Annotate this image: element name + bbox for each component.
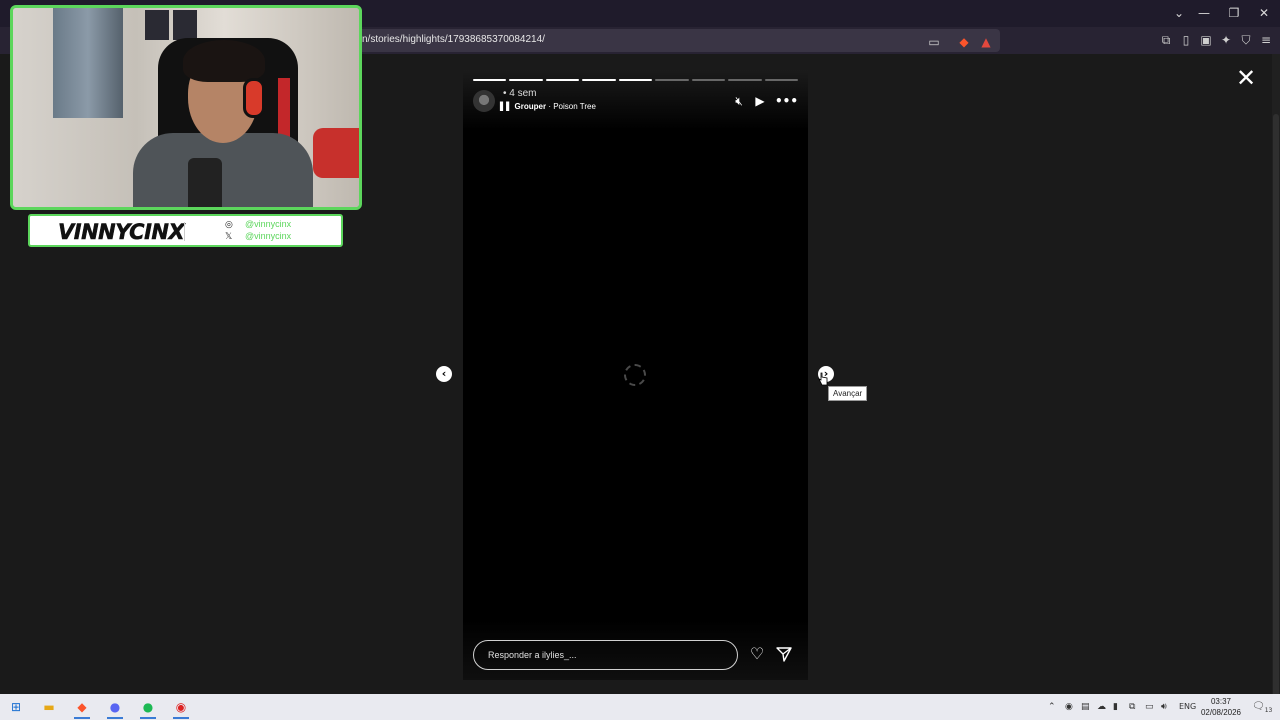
restore-button[interactable]: ❐: [1222, 4, 1246, 22]
streamer-name: VINNYCINX: [58, 220, 185, 245]
hand-cursor-icon: [818, 372, 828, 386]
webcam-curtain: [53, 8, 123, 118]
mute-icon[interactable]: 🔇︎: [731, 94, 747, 108]
music-bars-icon: ▌▌: [500, 102, 513, 111]
vpn-shield-icon[interactable]: ⛉: [1238, 32, 1254, 48]
tray-time: 03:37: [1210, 697, 1232, 706]
tray-screen-icon[interactable]: ⧉: [1129, 700, 1135, 714]
tray-record-icon[interactable]: ◉: [1065, 700, 1073, 714]
cast-icon[interactable]: ▭: [926, 34, 942, 50]
story-progress-segment: [509, 79, 543, 81]
x-handle-row: 𝕏 @vinnycinx: [225, 231, 291, 242]
spotify-icon[interactable]: ●: [137, 697, 159, 719]
tray-date: 02/08/2026: [1200, 708, 1242, 717]
story-time: • 4 sem: [503, 88, 537, 99]
x-logo-icon: 𝕏: [225, 232, 233, 242]
screen: ⌄ — ❐ ✕ n/stories/highlights/17938685370…: [0, 0, 1280, 720]
webcam-overlay: [10, 5, 362, 210]
story-progress-segment: [728, 79, 762, 81]
namecard-divider: [184, 222, 185, 241]
music-artist: Grouper: [514, 102, 547, 111]
webcam-headphones: [243, 78, 265, 118]
tray-cloud-icon[interactable]: ☁: [1097, 700, 1106, 714]
webcam-person-body: [133, 133, 313, 207]
webcam-poster: [145, 10, 169, 40]
url-text[interactable]: n/stories/highlights/17938685370084214/: [362, 34, 545, 45]
wallet-icon[interactable]: ▣: [1198, 32, 1214, 48]
tray-clock[interactable]: 03:37 02/08/2026: [1200, 696, 1242, 718]
previous-story-button[interactable]: ‹: [436, 366, 452, 382]
brave-browser-icon[interactable]: ◆: [71, 697, 93, 719]
instagram-handle: @vinnycinx: [245, 219, 292, 229]
notification-center-icon[interactable]: 🗨︎13: [1252, 700, 1272, 718]
story-author-avatar[interactable]: [473, 90, 495, 112]
instagram-icon: ◎: [225, 220, 233, 230]
story-progress-segment: [618, 79, 653, 81]
tray-mic-icon[interactable]: ▮: [1113, 700, 1118, 714]
reply-placeholder[interactable]: Responder a ilylies_...: [488, 650, 577, 660]
windows-taskbar: ⊞ ▬ ◆ ● ● ◉ ⌃ ◉ ▤ ☁ ▮ ⧉ ▭ 🔊︎ ENG 03:37 0…: [0, 694, 1280, 720]
brave-shields-icon[interactable]: ◆: [956, 34, 972, 50]
story-music[interactable]: ▌▌ Grouper · Poison Tree: [500, 102, 596, 111]
sidebar-icon[interactable]: ▯: [1178, 32, 1194, 48]
music-track: Poison Tree: [553, 102, 596, 111]
close-window-button[interactable]: ✕: [1252, 4, 1276, 22]
close-story-button[interactable]: ✕: [1236, 66, 1256, 90]
play-icon[interactable]: ▶: [752, 94, 768, 108]
story-time-label: 4 sem: [509, 88, 537, 99]
story-progress-segment: [691, 79, 726, 81]
instagram-handle-row: ◎ @vinnycinx: [225, 219, 291, 230]
scrollbar[interactable]: [1272, 54, 1280, 720]
story-progress-segment: [655, 79, 689, 81]
tray-volume-icon[interactable]: 🔊︎: [1161, 700, 1167, 714]
next-tooltip: Avançar: [828, 386, 868, 401]
leo-ai-icon[interactable]: ✦: [1218, 32, 1234, 48]
tray-language[interactable]: ENG: [1179, 700, 1196, 714]
story-progress-segment: [473, 79, 507, 81]
like-heart-icon[interactable]: ♡: [748, 645, 766, 663]
tray-network-icon[interactable]: ▭: [1145, 700, 1154, 714]
story-viewer[interactable]: • 4 sem ▌▌ Grouper · Poison Tree 🔇︎ ▶ ••…: [463, 70, 808, 680]
extensions-icon[interactable]: ⧉: [1158, 32, 1174, 48]
loading-spinner-icon: [624, 364, 646, 386]
address-bar[interactable]: n/stories/highlights/17938685370084214/ …: [300, 29, 1000, 52]
scrollbar-thumb[interactable]: [1273, 114, 1279, 720]
discord-icon[interactable]: ●: [104, 697, 126, 719]
story-progress-segment: [582, 79, 616, 81]
tab-list-chevron-icon[interactable]: ⌄: [1167, 4, 1191, 22]
obs-icon[interactable]: ◉: [170, 697, 192, 719]
reply-input[interactable]: Responder a ilylies_...: [473, 640, 738, 670]
minimize-button[interactable]: —: [1192, 4, 1216, 22]
menu-icon[interactable]: ≡: [1258, 32, 1274, 48]
webcam-poster: [173, 10, 197, 40]
story-progress-segment: [545, 79, 580, 81]
windows-start-icon[interactable]: ⊞: [5, 697, 27, 717]
streamer-namecard: VINNYCINX ◎ @vinnycinx 𝕏 @vinnycinx: [28, 214, 343, 247]
webcam-microphone: [188, 158, 222, 207]
more-options-icon[interactable]: •••: [775, 94, 798, 108]
webcam-red-object: [313, 128, 359, 178]
notification-count: 13: [1264, 707, 1273, 714]
send-direct-icon[interactable]: [775, 645, 793, 663]
story-progress-bar: [473, 79, 798, 81]
x-handle: @vinnycinx: [245, 231, 292, 241]
tray-capture-icon[interactable]: ▤: [1081, 700, 1090, 714]
webcam-person-hair: [183, 40, 265, 82]
story-progress-segment: [764, 79, 798, 81]
tray-chevron-icon[interactable]: ⌃: [1048, 700, 1056, 714]
brave-rewards-icon[interactable]: ▲: [978, 34, 994, 50]
file-explorer-icon[interactable]: ▬: [38, 697, 60, 717]
